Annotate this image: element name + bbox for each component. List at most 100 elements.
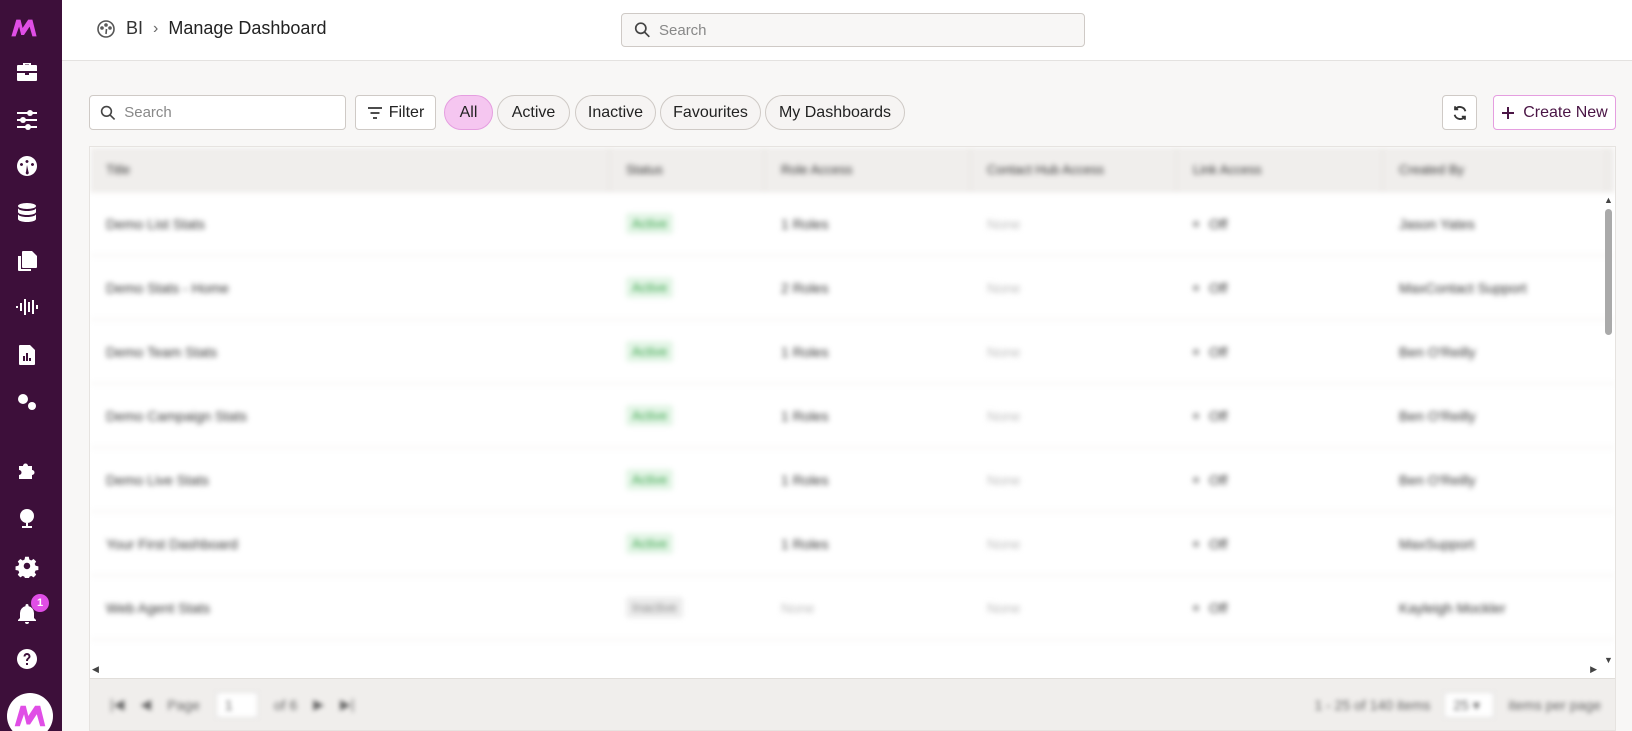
table-row[interactable]: Your First Dashboard Active 1 Roles None… <box>90 512 1615 576</box>
settings-icon[interactable] <box>13 552 41 580</box>
database-icon[interactable] <box>13 199 41 227</box>
first-page-icon[interactable]: |◀ <box>110 696 124 713</box>
table-row[interactable]: Demo Campaign Stats Active 1 Roles None … <box>90 384 1615 448</box>
cell-creator: Kayleigh Mockler <box>1399 599 1506 616</box>
table-row[interactable]: Demo Stats - Home Active 2 Roles None Of… <box>90 256 1615 320</box>
scrollbar-thumb[interactable] <box>1605 209 1612 335</box>
maxcontact-logo[interactable] <box>10 14 38 42</box>
top-header: BI › Manage Dashboard <box>62 0 1632 61</box>
dashboard-icon[interactable] <box>13 152 41 180</box>
page-input[interactable]: 1 <box>215 691 258 718</box>
cell-title: Demo Campaign Stats <box>106 407 247 424</box>
filter-button[interactable]: Filter <box>355 95 436 130</box>
cell-status: Active <box>610 320 765 383</box>
link-dot <box>1193 476 1199 483</box>
chip-favourites[interactable]: Favourites <box>660 95 761 130</box>
gears-icon[interactable] <box>13 388 41 416</box>
col-contact-hub-access[interactable]: Contact Hub Access <box>971 147 1177 192</box>
cell-link: Off <box>1177 512 1383 575</box>
breadcrumb: BI › Manage Dashboard <box>96 18 326 39</box>
cell-role: 1 Roles <box>781 471 829 488</box>
cell-hub: None <box>987 535 1021 552</box>
dashboard-search-input[interactable] <box>124 104 345 121</box>
last-page-icon[interactable]: ▶| <box>340 696 354 713</box>
link-dot <box>1193 604 1199 611</box>
scroll-down-arrow[interactable]: ▼ <box>1604 655 1613 665</box>
scroll-left-arrow[interactable]: ◀ <box>92 664 99 675</box>
page-label: Page <box>167 696 200 713</box>
documents-icon[interactable] <box>13 247 41 275</box>
col-link-access[interactable]: Link Access <box>1177 147 1383 192</box>
per-page-select[interactable]: 25 ▾ <box>1444 692 1495 718</box>
cell-title: Web Agent Stats <box>106 599 211 616</box>
status-badge: Active <box>626 469 674 490</box>
cell-role: 2 Roles <box>781 279 829 296</box>
cell-creator: Ben O'Reilly <box>1399 407 1476 424</box>
table-row[interactable]: Web Agent Stats Inactive None None Off K… <box>90 576 1615 640</box>
pager-left: |◀ ◀ Page 1 of 6 ▶ ▶| <box>110 691 354 718</box>
cell-creator: Jason Yates <box>1399 215 1475 232</box>
link-value: Off <box>1209 279 1228 296</box>
col-created-by[interactable]: Created By <box>1383 147 1607 192</box>
filter-label: Filter <box>388 103 425 121</box>
cell-role: None <box>781 599 815 616</box>
link-value: Off <box>1209 535 1228 552</box>
notification-badge: 1 <box>31 594 49 612</box>
global-search-input[interactable] <box>659 21 1084 39</box>
table-row[interactable]: Demo Team Stats Active 1 Roles None Off … <box>90 320 1615 384</box>
grid-header: Title Status Role Access Contact Hub Acc… <box>90 147 1615 192</box>
cell-role: 1 Roles <box>781 215 829 232</box>
cell-link: Off <box>1177 256 1383 319</box>
dashboard-search[interactable] <box>89 95 346 130</box>
cell-hub: None <box>987 343 1021 360</box>
table-row[interactable]: Demo Live Stats Active 1 Roles None Off … <box>90 448 1615 512</box>
chip-all[interactable]: All <box>444 95 493 130</box>
bell-icon[interactable]: 1 <box>13 594 49 628</box>
items-summary: 1 - 25 of 140 items <box>1314 697 1431 713</box>
globe-icon[interactable] <box>13 504 41 532</box>
cell-title: Demo List Stats <box>106 215 205 232</box>
cell-creator: MaxSupport <box>1399 535 1475 552</box>
scroll-up-arrow[interactable]: ▲ <box>1604 195 1613 205</box>
prev-page-icon[interactable]: ◀ <box>140 696 151 713</box>
link-value: Off <box>1209 407 1228 424</box>
cell-title: Demo Live Stats <box>106 471 209 488</box>
col-role-access[interactable]: Role Access <box>765 147 971 192</box>
audio-waveform-icon[interactable] <box>13 293 41 321</box>
table-row[interactable]: Demo List Stats Active 1 Roles None Off … <box>90 192 1615 256</box>
breadcrumb-separator: › <box>153 19 159 37</box>
cell-hub: None <box>987 471 1021 488</box>
chip-my-dashboards[interactable]: My Dashboards <box>765 95 905 130</box>
col-title[interactable]: Title <box>90 147 610 192</box>
help-icon[interactable] <box>13 645 41 673</box>
user-avatar[interactable] <box>7 693 53 731</box>
status-badge: Active <box>626 341 674 362</box>
global-search[interactable] <box>621 13 1085 47</box>
report-icon[interactable] <box>13 341 41 369</box>
create-new-button[interactable]: Create New <box>1493 95 1616 130</box>
vertical-scrollbar[interactable]: ▲ ▼ <box>1603 195 1613 665</box>
status-badge: Active <box>626 213 674 234</box>
link-dot <box>1193 412 1199 419</box>
scroll-right-arrow[interactable]: ▶ <box>1590 664 1597 675</box>
chip-active[interactable]: Active <box>497 95 570 130</box>
toolbox-icon[interactable] <box>13 58 41 86</box>
cell-creator: Ben O'Reilly <box>1399 343 1476 360</box>
col-status[interactable]: Status <box>610 147 765 192</box>
cell-title: Your First Dashboard <box>106 535 238 552</box>
page-title: Manage Dashboard <box>168 18 327 38</box>
status-badge: Inactive <box>626 597 683 618</box>
link-dot <box>1193 540 1199 547</box>
plus-icon <box>1502 106 1515 119</box>
chip-inactive[interactable]: Inactive <box>575 95 656 130</box>
cell-role: 1 Roles <box>781 535 829 552</box>
breadcrumb-root[interactable]: BI <box>126 18 143 39</box>
link-value: Off <box>1209 599 1228 616</box>
puzzle-icon[interactable] <box>13 457 41 485</box>
sliders-icon[interactable] <box>13 106 41 134</box>
refresh-button[interactable] <box>1442 95 1477 130</box>
sidebar: 1 <box>0 0 62 731</box>
cell-hub: None <box>987 407 1021 424</box>
next-page-icon[interactable]: ▶ <box>313 696 324 713</box>
create-new-label: Create New <box>1523 103 1608 121</box>
